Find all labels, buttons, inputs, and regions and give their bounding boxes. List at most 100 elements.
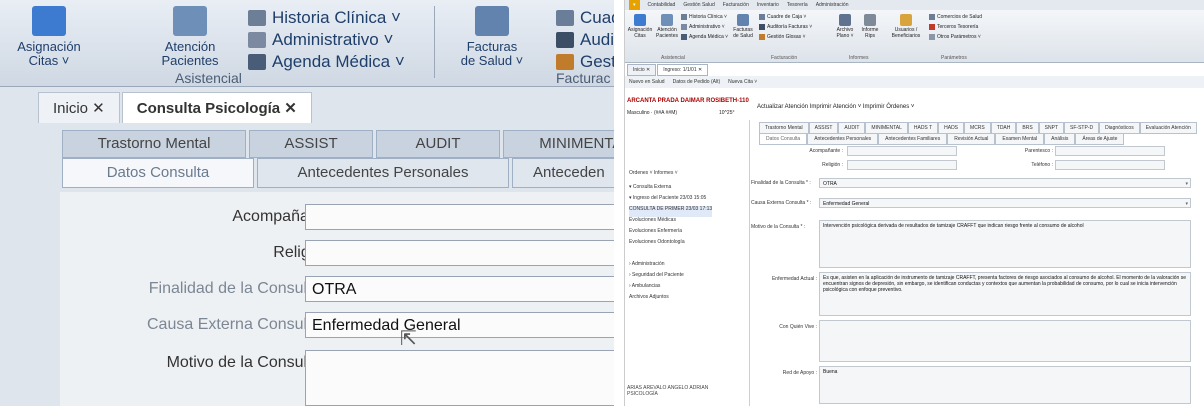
otros-parametros-button[interactable]: Otros Parámetros ˅ [929,34,981,40]
tab-analisis[interactable]: Análisis [1044,133,1076,145]
motivo-field[interactable] [305,350,614,406]
finalidad-select[interactable]: OTRA [305,276,614,302]
professional-footer: ARIAS AREVALO ANGELO ADRIAN PSICOLOGÍA [627,385,709,397]
tree-item[interactable]: Archivos Adjuntos [629,294,712,305]
menu-contabilidad[interactable]: Contabilidad [648,0,676,10]
usuarios-beneficiarios-button[interactable]: Usuarios / Beneficiarios [889,14,923,39]
tab-inicio[interactable]: Inicio ✕ [627,64,657,76]
tree-item[interactable]: CONSULTA DE PRIMER 23/03 17:13 [629,206,713,217]
tree-item[interactable]: ▾ Ingreso del Paciente 23/03 15:05 [629,195,712,206]
administrativo-button[interactable]: Administrativo ˅ [248,30,393,50]
acompanante-field[interactable] [305,204,614,230]
historia-label: Historia Clínica ˅ [272,8,401,27]
con-quien-vive-label: Con Quién Vive : [779,324,817,330]
comercios-salud-button[interactable]: Comercios de Salud [929,14,982,20]
gestion-button[interactable]: Gest [556,52,614,72]
religion-field[interactable] [847,160,957,170]
tab-datos-consulta[interactable]: Datos Consulta [62,158,254,188]
pencil-icon [248,32,266,48]
cuadre-button[interactable]: Cuad [556,8,614,28]
tab-trastorno-mental[interactable]: Trastorno Mental [62,130,246,158]
tab-revision-actual[interactable]: Revisión Actual [947,133,996,145]
home-menu[interactable]: ▾ [629,0,640,10]
gestion-glosas-button[interactable]: Gestión Glosas ˅ [759,34,806,40]
tab-datos-consulta[interactable]: Datos Consulta [759,133,808,145]
menu-inventario[interactable]: Inventario [757,0,779,10]
tree-item[interactable]: Evoluciones Enfermería [629,228,712,239]
facturas-salud-button[interactable]: Facturas de Salud ˅ [452,6,532,68]
agenda-label: Agenda Médica ˅ [689,34,729,40]
tree-item[interactable]: › Ambulancias [629,283,712,294]
tab-antecedentes-personales[interactable]: Antecedentes Personales [257,158,509,188]
ribbon: Asignación Citas Atención Pacientes Hist… [625,10,1204,63]
terceros-label: Terceros Tesorería [937,24,979,30]
tab-consulta-psicologia[interactable]: Consulta Psicología ✕ [121,92,312,123]
tab-antecedentes[interactable]: Anteceden [512,158,614,188]
historia-clinica-button[interactable]: Historia Clínica ˅ [248,8,401,28]
tab-evaluacion-atencion[interactable]: Evaluación Atención [1139,122,1197,134]
enfermedad-actual-textarea[interactable]: Es que, asisten en la aplicación de inst… [819,272,1191,316]
tab-audit[interactable]: AUDIT [376,130,500,158]
administrativo-button[interactable]: Administrativo ˅ [681,24,725,30]
tab-assist[interactable]: ASSIST [249,130,373,158]
tab-minimental[interactable]: MINIMENTAL [503,130,614,158]
document-tabs: Inicio ✕ Consulta Psicología ✕ [38,92,314,123]
datos-pedido-button[interactable]: Datos de Pedido (Alt) [673,79,721,85]
causa-externa-select[interactable]: Enfermedad General [305,312,614,338]
archivo-plano-button[interactable]: Archivo Plano ˅ [833,14,857,39]
acompanante-field[interactable] [847,146,957,156]
atencion-label: Atención Pacientes [656,27,678,39]
tree-item[interactable]: ▾ Consulta Externa [629,184,712,195]
con-quien-vive-textarea[interactable] [819,320,1191,362]
sidebar-buttons[interactable]: Ordenes ˅ Informes ˅ [629,170,678,176]
asignacion-citas-button[interactable]: Asignación Citas [627,14,653,39]
nueva-cita-button[interactable]: Nueva Cita ˅ [728,79,757,85]
parentesco-field[interactable] [1055,146,1165,156]
facturas-salud-button[interactable]: Facturas de Salud [731,14,755,39]
atencion-pacientes-button[interactable]: Atención Pacientes [655,14,679,39]
parentesco-label: Parentesco : [1024,148,1053,154]
tab-areas-ajuste[interactable]: Áreas de Ajuste [1075,133,1125,145]
agenda-medica-button[interactable]: Agenda Médica ˅ [681,34,728,40]
tree-item[interactable]: › Seguridad del Paciente [629,272,712,283]
telefono-field[interactable] [1055,160,1165,170]
usuarios-label: Usuarios / Beneficiarios [891,27,921,39]
informes-group-label: Informes [849,55,869,61]
cuadre-caja-button[interactable]: Cuadre de Caja ˅ [759,14,806,20]
document-tabs: Inicio ✕ Ingreso: 1/1/01 ✕ [627,64,709,76]
grid-icon [248,54,266,70]
asignacion-citas-button[interactable]: Asignación Citas ˅ [4,6,94,68]
datos-consulta-form: Acompañante : Religión : Finalidad de la… [60,192,614,406]
menu-administracion[interactable]: Administración [816,0,849,10]
nuevo-salud-button[interactable]: Nuevo en Salud [629,79,665,85]
tab-examen-mental[interactable]: Examen Mental [995,133,1045,145]
menu-gestion-salud[interactable]: Gestión Salud [683,0,714,10]
navigation-tree: ▾ Consulta Externa ▾ Ingreso del Pacient… [629,184,713,305]
action-bar[interactable]: Actualizar Atención Imprimir Atención ˅ … [757,104,914,110]
auditoria-button[interactable]: Audi [556,30,614,50]
atencion-pacientes-button[interactable]: Atención Pacientes [150,6,230,68]
red-apoyo-textarea[interactable]: Buena [819,366,1191,404]
historia-clinica-button[interactable]: Historia Clínica ˅ [681,14,727,20]
tab-ingreso[interactable]: Ingreso: 1/1/01 ✕ [657,64,709,76]
administrativo-label: Administrativo ˅ [689,24,725,30]
religion-field[interactable] [305,240,614,266]
tab-antecedentes-personales[interactable]: Antecedentes Personales [807,133,879,145]
menu-tesoreria[interactable]: Tesorería [787,0,808,10]
tree-item[interactable]: Evoluciones Médicas [629,217,712,228]
tab-inicio[interactable]: Inicio ✕ [38,92,120,123]
causa-externa-select[interactable]: Enfermedad General ▾ [819,198,1191,208]
informe-rips-button[interactable]: Informe Rips [859,14,881,39]
tab-antecedentes-familiares[interactable]: Antecedentes Familiares [878,133,948,145]
motivo-textarea[interactable]: Intervención psicológica derivada de res… [819,220,1191,268]
terceros-tesoreria-button[interactable]: Terceros Tesorería [929,24,978,30]
auditoria-facturas-button[interactable]: Auditoría Facturas ˅ [759,24,812,30]
consulta-main: Actualizar Atención Imprimir Atención ˅ … [751,98,1204,406]
cuad-label: Cuad [580,8,614,27]
finalidad-select[interactable]: OTRA ▾ [819,178,1191,188]
menu-facturacion[interactable]: Facturación [723,0,749,10]
tree-item[interactable]: › Administración [629,261,712,272]
agenda-medica-button[interactable]: Agenda Médica ˅ [248,52,405,72]
gestion-label: Gestión Glosas ˅ [767,34,806,40]
tree-item[interactable]: Evoluciones Odontología [629,239,712,250]
